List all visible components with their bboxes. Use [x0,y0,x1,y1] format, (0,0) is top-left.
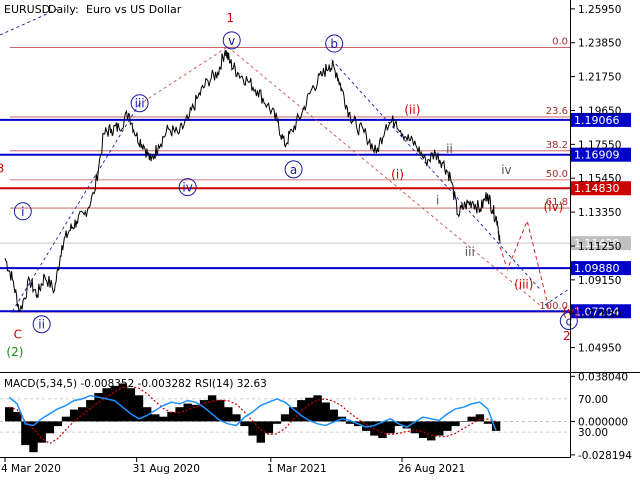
macd-histogram-bar [224,407,233,422]
macd-histogram-bar [418,421,428,438]
macd-histogram-bar [5,407,14,422]
indicator-tick-label: -0.028194 [578,450,632,462]
indicator-tick-label: 0.038040 [578,371,628,383]
main-panel: 0.023.638.250.061.8100.0 1.190661.169091… [0,0,631,371]
wave-label: (iv) [544,200,564,214]
macd-histogram-bar [151,414,160,422]
macd-histogram-bar [280,414,290,422]
wave-label: iv [501,163,511,177]
macd-histogram-bar [207,395,217,422]
price-tick-label: 1.25950 [578,4,621,16]
macd-histogram-bar [459,421,468,422]
macd-histogram-bar [232,414,241,422]
indicator-title: MACD(5,34,5) -0.008352 -0.003282 RSI(14)… [4,378,267,390]
price-tick-label: 1.09150 [578,275,621,287]
chart-figure: 0.023.638.250.061.8100.0 1.190661.169091… [0,0,640,475]
price-tick-label: 1.21750 [578,72,621,84]
macd-histogram-bar [45,421,54,434]
fibonacci-level-label: 23.6 [546,106,568,117]
wave-label: i [436,194,439,208]
price-tick-label: 1.23850 [578,38,621,50]
macd-histogram-bar [240,421,249,427]
macd-histogram-bar [167,411,176,422]
macd-histogram-bar [435,421,444,436]
macd-histogram-bar [451,421,460,427]
time-tick-label: 31 Aug 2020 [133,463,200,475]
wave-label: ii [446,142,453,156]
chart-header-timeframe: Daily: [48,3,79,16]
macd-histogram-bar [183,403,192,422]
wave-label: (2) [6,345,23,359]
wave-label: (i) [391,168,404,182]
macd-histogram-bar [53,421,63,427]
indicator-tick-label: 0.000000 [578,416,628,428]
macd-histogram-bar [159,416,168,422]
fibonacci-level-label: 0.0 [552,37,568,48]
wave-label: (iii) [514,277,533,291]
macd-histogram-bar [427,421,436,441]
price-axis: 1.25950 1.23850 1.21750 1.19650 1.17550 1.154… [570,4,621,355]
wave-label: a [290,163,297,177]
wave-label: 2 [563,329,571,343]
indicator-panel: 70.00 30.00 0.038040 0.000000 -0.028194 MACD… [0,371,632,462]
macd-histogram-bar [443,421,452,431]
price-tick-label: 1.17550 [578,139,621,151]
macd-histogram-bar [321,402,330,422]
chart-header-symbol: EURUSD [4,3,50,16]
macd-histogram-bar [475,414,485,422]
macd-histogram-bar [272,421,282,424]
chart-header-description: Euro vs US Dollar [86,3,182,16]
price-tick-label: 1.15450 [578,173,621,185]
wave-label: i [21,205,24,219]
wave-label: iii [465,245,475,259]
price-tick-label: 1.19650 [578,105,621,117]
macd-histogram-bar [386,421,395,434]
macd-histogram-bar [329,409,338,422]
macd-histogram-bar [305,397,314,422]
macd-histogram-bar [199,400,209,422]
wave-label: C [14,327,22,341]
macd-histogram-bar [191,404,200,422]
rsi-level-label: 30.00 [578,427,608,439]
time-tick-label: 4 Mar 2020 [1,463,61,475]
rsi-level-label: 70.00 [578,394,608,406]
main-plot-area [0,0,570,371]
macd-histogram-bar [313,395,322,422]
price-tick-label: 1.11250 [578,241,621,253]
wave-label: ii [38,318,45,332]
wave-label: iii [135,97,145,111]
macd-histogram-bar [467,416,476,422]
macd-histogram-bar [483,421,493,424]
price-tag-label: 1.09880 [574,262,620,275]
time-tick-label: 26 Aug 2021 [398,463,465,475]
wave-label: iv [182,181,192,195]
fibonacci-level-label: 50.0 [546,169,568,180]
price-tick-label: 1.07050 [578,309,621,321]
price-tick-label: 1.04950 [578,343,621,355]
wave-label: c [566,314,573,328]
indicator-axis: 70.00 30.00 0.038040 0.000000 -0.028194 [570,371,632,462]
macd-histogram-bar [102,388,111,422]
wave-label: (ii) [404,103,420,117]
macd-histogram-bar [78,407,87,422]
wave-label: 1 [226,11,234,25]
wave-label: v [228,34,235,48]
macd-histogram-bar [175,407,184,422]
price-tick-label: 1.13350 [578,207,621,219]
time-tick-label: 1 Mar 2021 [267,463,327,475]
wave-label: b [330,37,338,51]
fibonacci-level-label: 38.2 [546,140,568,151]
macd-histogram-bar [264,421,274,434]
time-axis: 4 Mar 2020 31 Aug 2020 1 Mar 2021 26 Aug 20… [1,457,465,475]
macd-histogram-bar [61,416,71,422]
wave-label: 3 [0,161,4,175]
